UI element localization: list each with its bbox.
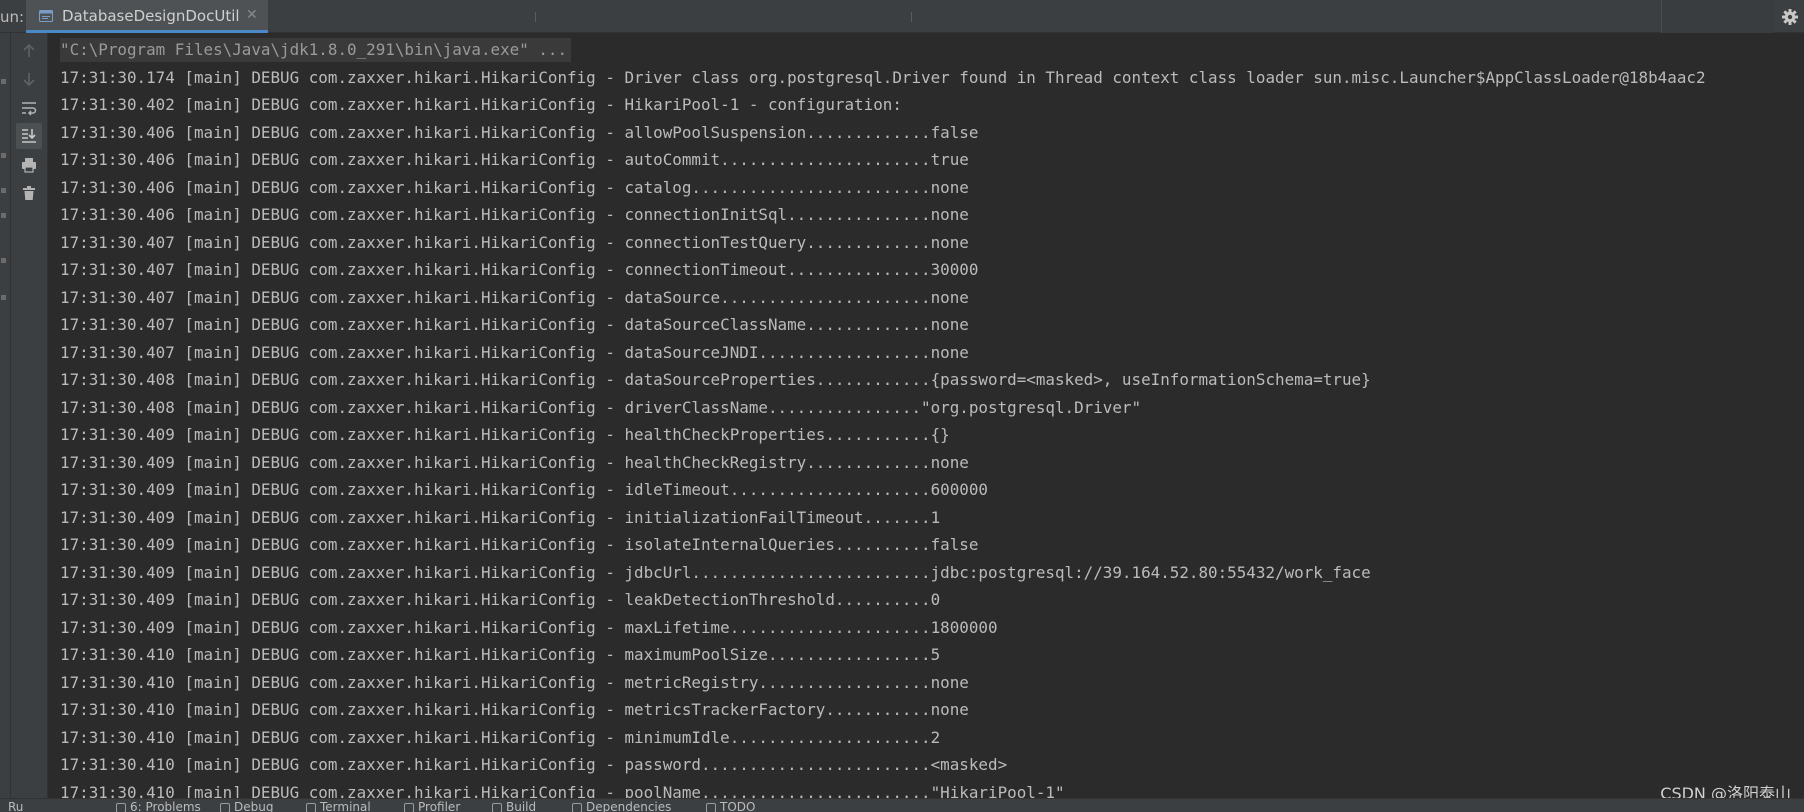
console-log-line: 17:31:30.409 [main] DEBUG com.zaxxer.hik… bbox=[60, 452, 969, 472]
side-tab-marker[interactable] bbox=[1, 295, 6, 300]
console-log-line: 17:31:30.408 [main] DEBUG com.zaxxer.hik… bbox=[60, 370, 1371, 389]
side-tab-marker[interactable] bbox=[1, 213, 6, 218]
bottom-tab-label: Profiler bbox=[418, 800, 461, 812]
problems-icon bbox=[116, 803, 126, 812]
console-log-line: 17:31:30.409 [main] DEBUG com.zaxxer.hik… bbox=[60, 590, 941, 609]
ide-run-window: un: DatabaseDesignDocUtil ✕ "C:\Program … bbox=[0, 0, 1804, 812]
scroll-to-end-button[interactable] bbox=[16, 123, 42, 149]
console-log-line: 17:31:30.406 [main] DEBUG com.zaxxer.hik… bbox=[60, 177, 969, 197]
console-log-line: 17:31:30.410 [main] DEBUG com.zaxxer.hik… bbox=[60, 672, 969, 692]
console-log-line: 17:31:30.410 [main] DEBUG com.zaxxer.hik… bbox=[60, 645, 941, 664]
tabbar-divider bbox=[535, 12, 536, 22]
bottom-tab-dependencies[interactable]: Dependencies bbox=[572, 800, 671, 812]
gear-icon[interactable] bbox=[1781, 8, 1799, 26]
clear-all-button[interactable] bbox=[16, 180, 42, 206]
run-config-icon bbox=[39, 10, 53, 22]
soft-wrap-button[interactable] bbox=[16, 95, 42, 121]
tabbar-divider bbox=[911, 12, 912, 22]
console-log-line: 17:31:30.406 [main] DEBUG com.zaxxer.hik… bbox=[60, 150, 969, 169]
console-log-line: 17:31:30.409 [main] DEBUG com.zaxxer.hik… bbox=[60, 425, 950, 444]
profiler-icon bbox=[404, 803, 414, 812]
left-side-strip bbox=[0, 33, 11, 798]
bottom-tab-debug[interactable]: Debug bbox=[220, 800, 273, 812]
run-tool-window-header: un: DatabaseDesignDocUtil ✕ bbox=[0, 0, 1804, 33]
console-log-line: 17:31:30.174 [main] DEBUG com.zaxxer.hik… bbox=[60, 67, 1706, 87]
bottom-tab-label: Debug bbox=[234, 800, 274, 812]
console-log-line: 17:31:30.408 [main] DEBUG com.zaxxer.hik… bbox=[60, 397, 1142, 417]
console-log-line: 17:31:30.407 [main] DEBUG com.zaxxer.hik… bbox=[60, 342, 969, 362]
bottom-tab-run[interactable]: Ru bbox=[8, 800, 23, 812]
console-log-line: 17:31:30.409 [main] DEBUG com.zaxxer.hik… bbox=[60, 535, 979, 554]
java-command[interactable]: "C:\Program Files\Java\jdk1.8.0_291\bin\… bbox=[60, 38, 572, 62]
console-log-line: 17:31:30.407 [main] DEBUG com.zaxxer.hik… bbox=[60, 260, 979, 279]
console-log-line: 17:31:30.410 [main] DEBUG com.zaxxer.hik… bbox=[60, 727, 941, 747]
console-lines: "C:\Program Files\Java\jdk1.8.0_291\bin\… bbox=[60, 36, 1706, 798]
print-icon bbox=[22, 158, 36, 173]
bottom-tab-label: 6: Problems bbox=[130, 800, 201, 812]
bottom-tab-label: Build bbox=[506, 800, 537, 812]
side-tab-marker[interactable] bbox=[1, 258, 6, 263]
console-log-line: 17:31:30.407 [main] DEBUG com.zaxxer.hik… bbox=[60, 287, 969, 307]
scroll-to-end-icon bbox=[22, 129, 36, 143]
bottom-tab-profiler[interactable]: Profiler bbox=[404, 800, 460, 812]
soft-wrap-icon bbox=[22, 102, 37, 116]
console-log-line: 17:31:30.410 [main] DEBUG com.zaxxer.hik… bbox=[60, 755, 1008, 774]
console-log-line: 17:31:30.406 [main] DEBUG com.zaxxer.hik… bbox=[60, 205, 969, 224]
close-icon[interactable]: ✕ bbox=[246, 7, 258, 23]
side-tab-marker[interactable] bbox=[1, 153, 6, 158]
bottom-tab-label: Dependencies bbox=[586, 800, 672, 812]
bottom-tab-label: TODO bbox=[720, 800, 756, 812]
bottom-tab-terminal[interactable]: Terminal bbox=[306, 800, 371, 812]
side-tab-marker[interactable] bbox=[1, 188, 6, 193]
bottom-tool-window-bar: Ru 6: Problems Debug Terminal Profiler B… bbox=[0, 798, 1804, 812]
debug-icon bbox=[220, 803, 230, 812]
console-log-line: 17:31:30.409 [main] DEBUG com.zaxxer.hik… bbox=[60, 617, 998, 637]
run-label: un: bbox=[0, 8, 25, 26]
run-tab-database-design-doc-util[interactable]: DatabaseDesignDocUtil ✕ bbox=[26, 0, 268, 33]
console-log-line: 17:31:30.402 [main] DEBUG com.zaxxer.hik… bbox=[60, 95, 902, 114]
console-log-line: 17:31:30.410 [main] DEBUG com.zaxxer.hik… bbox=[60, 700, 969, 719]
down-arrow-button[interactable] bbox=[16, 66, 42, 92]
print-button[interactable] bbox=[16, 152, 42, 178]
bottom-tab-todo[interactable]: TODO bbox=[706, 800, 755, 812]
build-icon bbox=[492, 803, 502, 812]
todo-icon bbox=[706, 803, 716, 812]
tabbar-empty-area bbox=[1661, 0, 1774, 33]
up-arrow-icon bbox=[23, 43, 35, 57]
terminal-icon bbox=[306, 803, 316, 812]
bottom-tab-problems[interactable]: 6: Problems bbox=[116, 800, 201, 812]
console-log-line: 17:31:30.409 [main] DEBUG com.zaxxer.hik… bbox=[60, 562, 1371, 582]
run-toolbar bbox=[11, 33, 48, 798]
bottom-tab-label: Terminal bbox=[320, 800, 371, 812]
console-log-line: 17:31:30.406 [main] DEBUG com.zaxxer.hik… bbox=[60, 122, 979, 142]
console-log-line: 17:31:30.407 [main] DEBUG com.zaxxer.hik… bbox=[60, 232, 969, 252]
trash-icon bbox=[23, 186, 35, 200]
console-log-line: 17:31:30.407 [main] DEBUG com.zaxxer.hik… bbox=[60, 315, 969, 334]
bottom-tab-label: Ru bbox=[8, 800, 24, 812]
bottom-tab-build[interactable]: Build bbox=[492, 800, 536, 812]
console-log-line: 17:31:30.409 [main] DEBUG com.zaxxer.hik… bbox=[60, 507, 941, 527]
console-output[interactable]: "C:\Program Files\Java\jdk1.8.0_291\bin\… bbox=[48, 33, 1804, 798]
console-log-line: 17:31:30.409 [main] DEBUG com.zaxxer.hik… bbox=[60, 480, 988, 499]
down-arrow-icon bbox=[23, 73, 35, 87]
up-arrow-button[interactable] bbox=[16, 38, 42, 64]
dependencies-icon bbox=[572, 803, 582, 812]
side-tab-marker[interactable] bbox=[1, 79, 6, 84]
tab-title: DatabaseDesignDocUtil bbox=[62, 7, 240, 25]
console-command-line: "C:\Program Files\Java\jdk1.8.0_291\bin\… bbox=[60, 36, 1706, 64]
console-log-line: 17:31:30.410 [main] DEBUG com.zaxxer.hik… bbox=[60, 782, 1065, 799]
